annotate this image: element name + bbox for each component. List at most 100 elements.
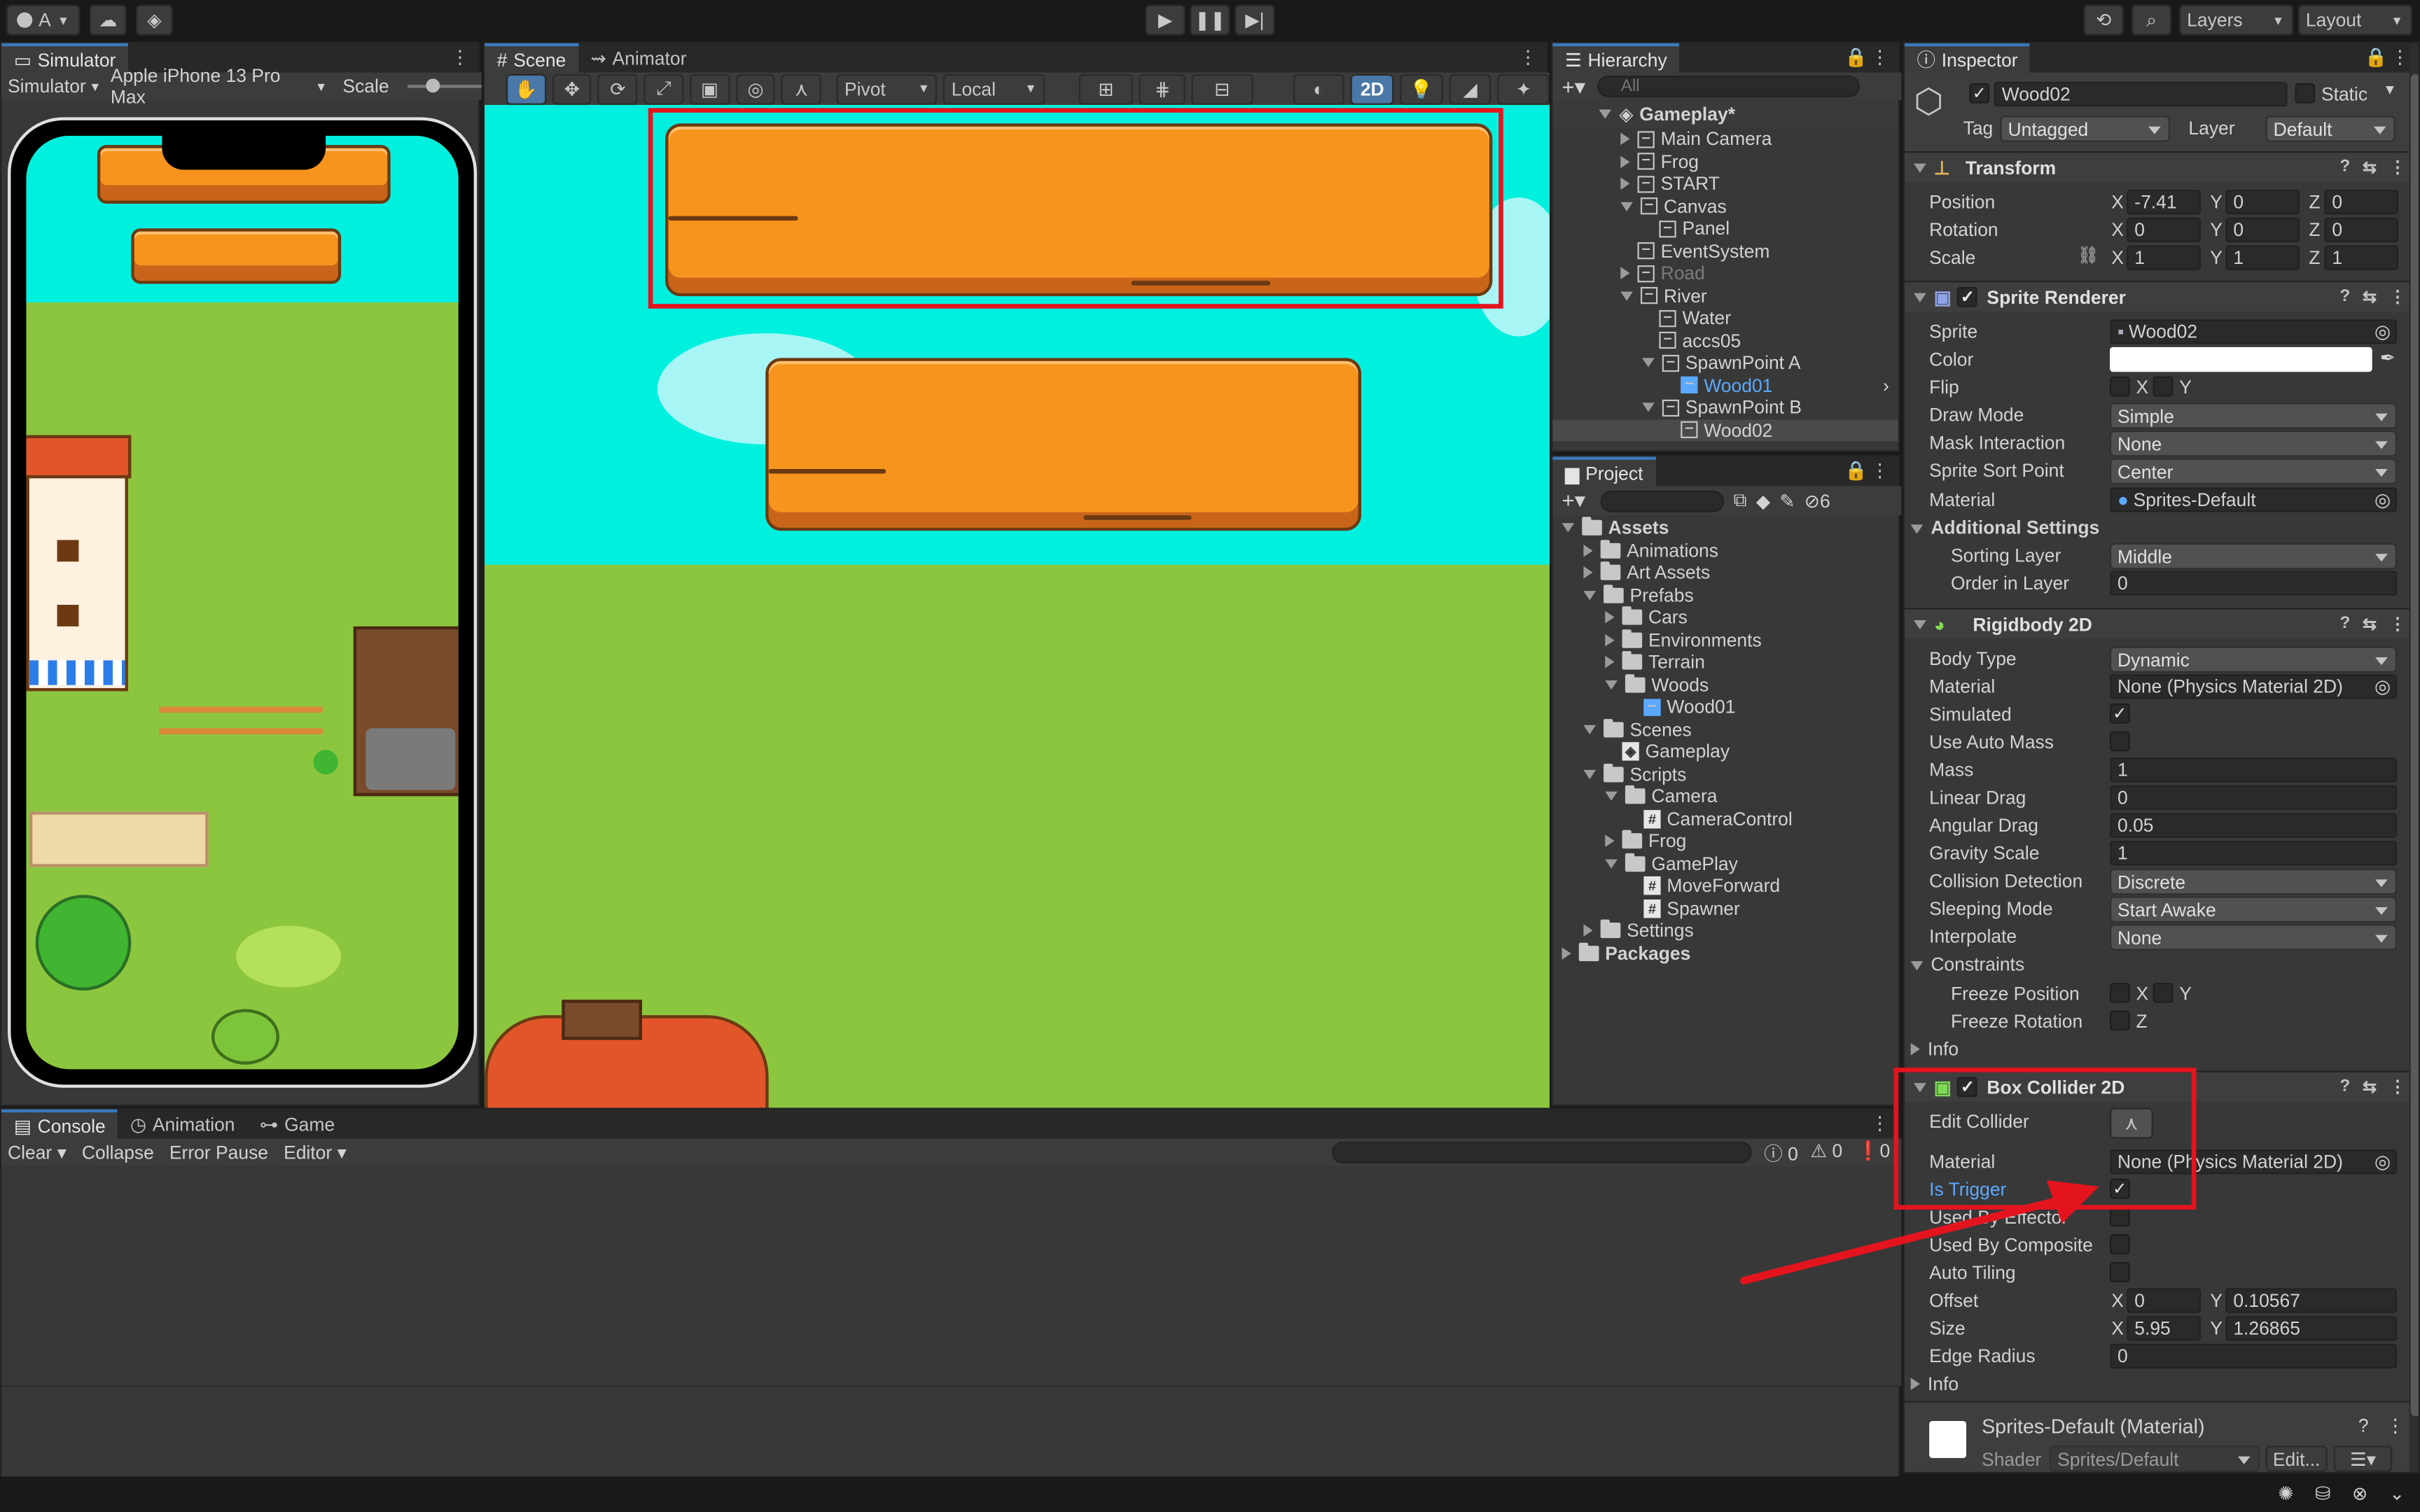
component-menu-icon[interactable]: ⋮ — [2389, 1077, 2406, 1097]
sprite-renderer-header[interactable]: ▣ ✓ Sprite Renderer ? ⇆ ⋮ — [1904, 281, 2419, 312]
search-by-type-icon[interactable]: ⧉ — [1734, 489, 1747, 512]
mask-interaction-dropdown[interactable]: None — [2110, 430, 2397, 457]
hierarchy-menu-icon[interactable]: ⋮ — [1870, 46, 1889, 68]
pause-button[interactable]: ❚❚ — [1190, 4, 1230, 36]
expand-icon[interactable] — [1620, 132, 1630, 146]
hierarchy-item[interactable]: EventSystem — [1552, 240, 1898, 262]
collapse-icon[interactable] — [1914, 292, 1926, 302]
project-item[interactable]: Scripts — [1552, 762, 1898, 785]
sprite-field[interactable]: ▪ Wood02 ◎ — [2110, 319, 2397, 344]
draw-mode-icon[interactable]: ◐ — [1293, 73, 1345, 104]
collapse-icon[interactable] — [1914, 162, 1926, 172]
collapse-icon[interactable] — [1562, 523, 1575, 533]
expand-icon[interactable] — [1605, 655, 1615, 668]
transform-tool-icon[interactable]: ◎ — [735, 73, 776, 104]
expand-icon[interactable] — [1605, 633, 1615, 646]
constrain-proportions-icon[interactable]: ⛓ — [2078, 245, 2099, 265]
hierarchy-item[interactable]: SpawnPoint A — [1552, 352, 1898, 373]
collapse-icon[interactable] — [1605, 679, 1618, 690]
object-name-field[interactable]: Wood02 — [1994, 81, 2288, 107]
layout-dropdown[interactable]: Layout ▼ — [2297, 4, 2413, 36]
tab-scene[interactable]: # Scene — [485, 43, 578, 73]
scale-y-field[interactable]: 1 — [2225, 245, 2300, 270]
rotation-y-field[interactable]: 0 — [2225, 217, 2300, 243]
wood01-log[interactable] — [765, 358, 1362, 531]
angular-drag-field[interactable]: 0.05 — [2110, 813, 2397, 838]
project-menu-icon[interactable]: ⋮ — [1870, 460, 1889, 482]
hierarchy-item[interactable]: accs05 — [1552, 330, 1898, 351]
hierarchy-item[interactable]: River — [1552, 285, 1898, 307]
search-button[interactable]: ⌕ — [2131, 4, 2172, 36]
freeze-pos-x-checkbox[interactable] — [2110, 983, 2130, 1003]
tab-game[interactable]: ⊶ Game — [247, 1110, 347, 1139]
tab-simulator[interactable]: ▭ Simulator — [1, 43, 129, 73]
hidden-packages-icon[interactable]: ⊘6 — [1804, 490, 1830, 512]
static-checkbox[interactable] — [2295, 83, 2316, 104]
sprite-renderer-enabled-checkbox[interactable]: ✓ — [1957, 286, 1978, 307]
favorites-icon[interactable]: ✎ — [1779, 490, 1795, 512]
editor-dropdown[interactable]: Editor ▾ — [284, 1142, 347, 1163]
lock-icon[interactable]: 🔒 — [1844, 46, 1868, 68]
eyedropper-icon[interactable]: ✒ — [2380, 347, 2395, 369]
project-item[interactable]: Scenes — [1552, 718, 1898, 740]
offset-y-field[interactable]: 0.10567 — [2225, 1288, 2397, 1313]
collapse-icon[interactable] — [1605, 858, 1618, 868]
hierarchy-item[interactable]: Water — [1552, 307, 1898, 328]
collapse-icon[interactable] — [1914, 619, 1926, 629]
component-menu-icon[interactable]: ⋮ — [2389, 614, 2406, 634]
project-item[interactable]: Assets — [1552, 517, 1898, 538]
project-item[interactable]: Environments — [1552, 629, 1898, 650]
sleeping-mode-dropdown[interactable]: Start Awake — [2110, 896, 2397, 923]
local-dropdown[interactable]: Local ▼ — [943, 73, 1045, 104]
object-picker-icon[interactable]: ◎ — [2374, 321, 2391, 342]
project-item[interactable]: Cars — [1552, 606, 1898, 628]
freeze-pos-y-checkbox[interactable] — [2153, 983, 2174, 1003]
scale-z-field[interactable]: 1 — [2324, 245, 2399, 270]
project-create-button[interactable]: +▾ — [1562, 487, 1586, 513]
help-icon[interactable]: ? — [2340, 614, 2351, 634]
tab-inspector[interactable]: ⓘ Inspector — [1904, 43, 2031, 73]
open-prefab-icon[interactable]: › — [1883, 374, 1889, 396]
collapse-icon[interactable] — [1620, 290, 1633, 300]
rotation-z-field[interactable]: 0 — [2324, 217, 2399, 243]
hierarchy-item[interactable]: Wood02 — [1552, 419, 1899, 441]
project-item[interactable]: Art Assets — [1552, 561, 1898, 583]
scale-slider[interactable] — [408, 78, 482, 93]
tag-dropdown[interactable]: Untagged — [2000, 115, 2170, 142]
expand-icon[interactable] — [1605, 610, 1615, 624]
collapse-icon[interactable] — [1583, 590, 1597, 600]
rb-info-foldout[interactable]: Info — [1910, 1038, 1959, 1060]
rotation-x-field[interactable]: 0 — [2127, 217, 2202, 243]
expand-icon[interactable] — [1583, 566, 1593, 579]
flip-y-checkbox[interactable] — [2153, 376, 2174, 397]
error-count-toggle[interactable]: ❗0 — [1857, 1140, 1891, 1162]
color-swatch[interactable] — [2110, 346, 2372, 372]
device-dropdown[interactable]: Apple iPhone 13 Pro Max — [111, 65, 312, 108]
offset-x-field[interactable]: 0 — [2127, 1288, 2202, 1313]
project-item[interactable]: Animations — [1552, 539, 1898, 561]
tab-project[interactable]: ▆ Project — [1552, 456, 1656, 486]
console-search-input[interactable] — [1332, 1142, 1752, 1163]
draw-mode-dropdown[interactable]: Simple — [2110, 402, 2397, 429]
expand-icon[interactable] — [1583, 543, 1593, 556]
grid-snap-icon[interactable]: ⊞ — [1078, 73, 1134, 104]
mode-2d-button[interactable]: 2D — [1351, 73, 1394, 104]
expand-icon[interactable] — [1605, 834, 1615, 848]
collapse-icon[interactable] — [1605, 791, 1618, 801]
hierarchy-item[interactable]: Road — [1552, 262, 1898, 284]
project-item[interactable]: GamePlay — [1552, 852, 1898, 874]
tab-animation[interactable]: ◷ Animation — [118, 1110, 247, 1139]
project-item[interactable]: Settings — [1552, 919, 1898, 941]
rect-tool-icon[interactable]: ▣ — [690, 73, 730, 104]
hierarchy-item[interactable]: Main Camera — [1552, 128, 1898, 150]
object-picker-icon[interactable]: ◎ — [2374, 489, 2391, 511]
hierarchy-search-input[interactable] — [1597, 76, 1861, 97]
position-x-field[interactable]: -7.41 — [2127, 190, 2202, 215]
inspector-lock-icon[interactable]: 🔒 — [2365, 46, 2388, 68]
custom-tool-icon[interactable]: ⋏ — [781, 73, 821, 104]
hand-tool-icon[interactable]: ✋ — [506, 73, 546, 104]
expand-icon[interactable] — [1620, 177, 1630, 190]
pivot-dropdown[interactable]: Pivot ▼ — [836, 73, 938, 104]
collision-detection-dropdown[interactable]: Discrete — [2110, 868, 2397, 895]
layers-dropdown[interactable]: Layers ▼ — [2179, 4, 2294, 36]
